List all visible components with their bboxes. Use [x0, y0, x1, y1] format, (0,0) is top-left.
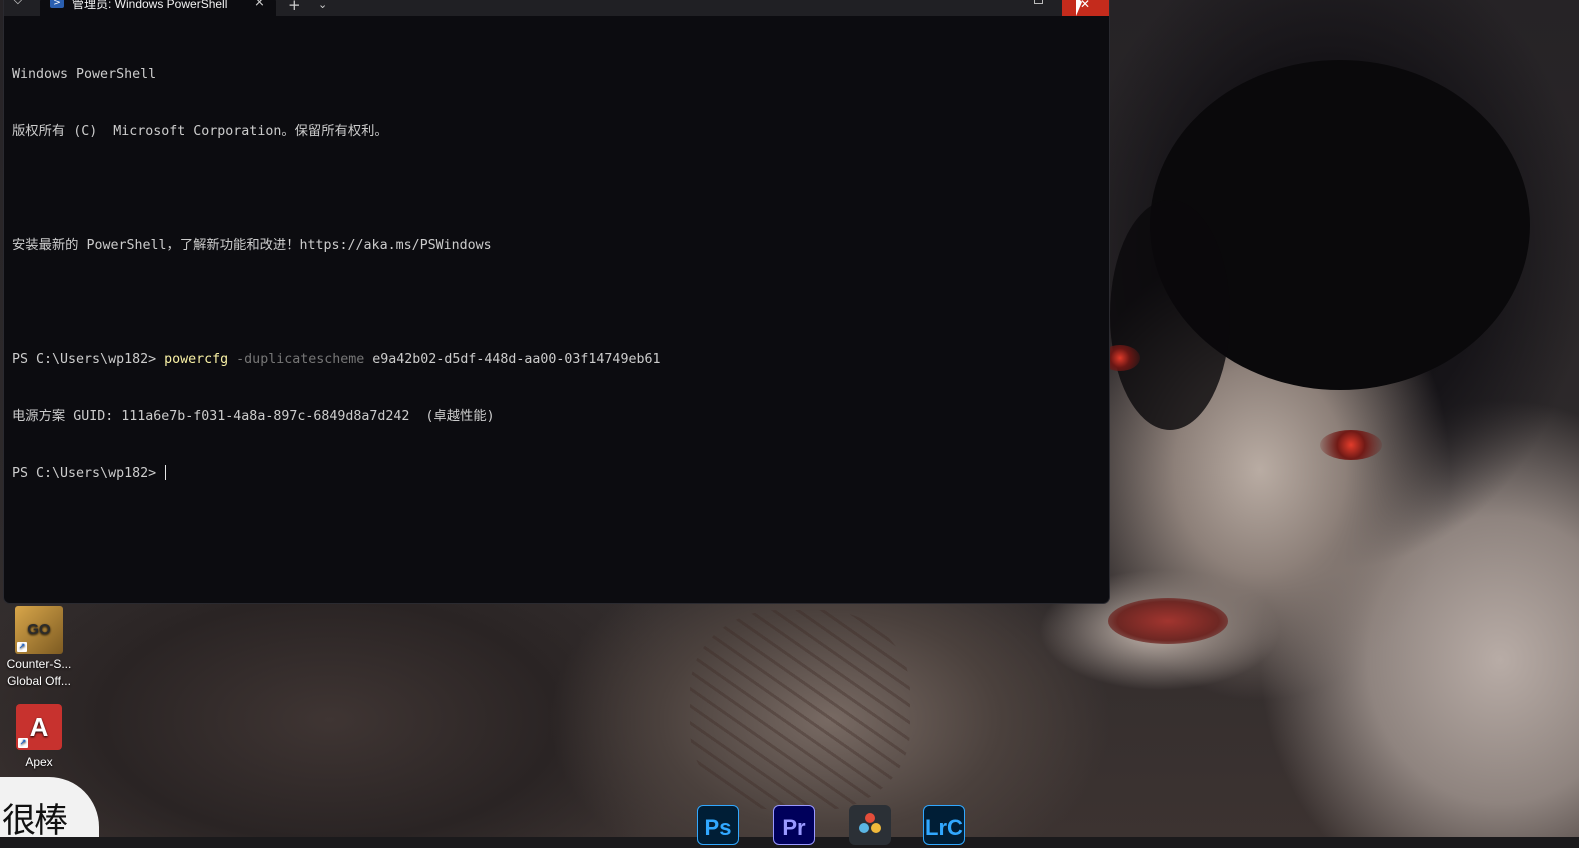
powershell-window[interactable]: ⛉ > 管理员: Windows PowerShell × + ⌄ ✕ Wind…: [4, 0, 1109, 603]
taskbar-photoshop-icon[interactable]: Ps: [697, 805, 739, 845]
apex-icon: A ↗: [16, 704, 62, 750]
wallpaper-lips: [1108, 598, 1228, 644]
input-line[interactable]: PS C:\Users\wp182>: [12, 464, 1102, 483]
desktop-icon-label: Apex: [25, 755, 53, 769]
desktop-icon-label: Global Off...: [7, 674, 71, 688]
text-caret: [165, 465, 167, 480]
csgo-icon: GO ↗: [15, 606, 63, 654]
maximize-button[interactable]: [1034, 0, 1043, 4]
title-bar[interactable]: ⛉ > 管理员: Windows PowerShell × + ⌄ ✕: [4, 0, 1109, 16]
prompt: PS C:\Users\wp182>: [12, 466, 165, 481]
new-tab-button[interactable]: +: [288, 0, 301, 13]
shortcut-arrow-icon: ↗: [17, 642, 27, 652]
tab-powershell[interactable]: > 管理员: Windows PowerShell ×: [40, 0, 276, 16]
mouse-cursor-icon: [1076, 0, 1082, 16]
command-parameter: -duplicatescheme: [236, 352, 365, 367]
console-line: Windows PowerShell: [12, 67, 157, 82]
wallpaper-tattoo: [690, 610, 910, 810]
shield-icon: ⛉: [13, 0, 23, 8]
csgo-logo-text: GO: [27, 621, 51, 638]
console-output[interactable]: Windows PowerShell 版权所有 (C) Microsoft Co…: [12, 27, 1102, 521]
command-line: PS C:\Users\wp182> powercfg -duplicatesc…: [12, 350, 1102, 369]
command-argument: e9a42b02-d5df-448d-aa00-03f14749eb61: [364, 352, 661, 367]
taskbar-davinci-resolve-icon[interactable]: [849, 805, 891, 845]
taskbar-lightroom-icon[interactable]: LrC: [923, 805, 965, 845]
console-line: 安装最新的 PowerShell，了解新功能和改进！https://aka.ms…: [12, 238, 492, 253]
console-line: 版权所有 (C) Microsoft Corporation。保留所有权利。: [12, 124, 388, 139]
chevron-down-icon[interactable]: ⌄: [318, 0, 327, 13]
desktop-icon-csgo[interactable]: GO ↗ Counter-S... Global Off...: [0, 606, 78, 690]
desktop-icon-apex[interactable]: A ↗ Apex: [0, 704, 78, 771]
shortcut-arrow-icon: ↗: [18, 738, 28, 748]
close-tab-icon[interactable]: ×: [254, 0, 265, 10]
desktop-icon-label: Counter-S...: [6, 657, 72, 671]
command-output: 电源方案 GUID: 111a6e7b-f031-4a8a-897c-6849d…: [12, 409, 495, 424]
command-name: powercfg: [164, 352, 229, 367]
wallpaper-hair-strand: [1110, 200, 1230, 430]
apex-logo-text: A: [29, 712, 49, 742]
sticker-text: 很棒: [2, 801, 68, 837]
prompt: PS C:\Users\wp182>: [12, 352, 165, 367]
close-window-button[interactable]: ✕: [1062, 0, 1109, 16]
powershell-icon: >: [50, 0, 64, 8]
taskbar-premiere-icon[interactable]: Pr: [773, 805, 815, 845]
tab-title: 管理员: Windows PowerShell: [72, 0, 228, 11]
wallpaper-eye-right: [1320, 430, 1382, 460]
